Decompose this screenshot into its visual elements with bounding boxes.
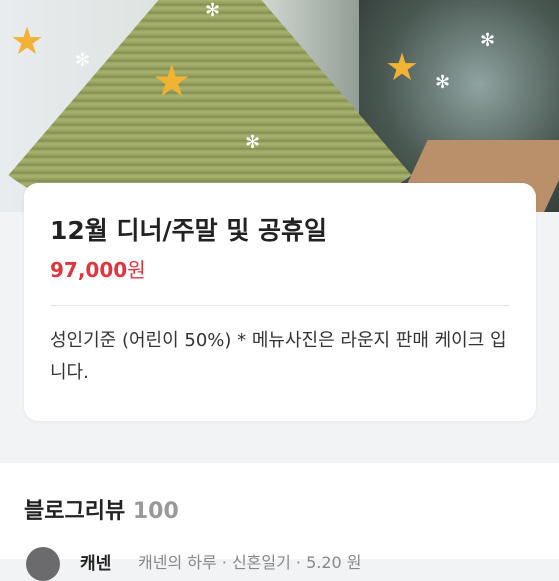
hero-image: ★ ★ ★ ✻ ✻ ✻ ✻ ✻ bbox=[0, 0, 559, 212]
price-unit: 원 bbox=[127, 258, 146, 282]
review-snippet[interactable]: 캐넨의 하루 · 신혼일기 · 5.20 원 bbox=[138, 549, 362, 573]
star-icon: ★ bbox=[385, 45, 420, 89]
price-value: 97,000 bbox=[50, 258, 128, 282]
blog-review-section: 블로그리뷰 100 캐넨 캐넨의 하루 · 신혼일기 · 5.20 원 bbox=[0, 463, 559, 581]
review-author[interactable]: 캐넨 bbox=[80, 549, 111, 574]
snowflake-icon: ✻ bbox=[435, 72, 451, 93]
avatar[interactable] bbox=[26, 547, 60, 581]
star-icon: ★ bbox=[152, 56, 192, 107]
divider bbox=[50, 305, 510, 306]
snowflake-icon: ✻ bbox=[75, 50, 91, 71]
product-price: 97,000원 bbox=[50, 254, 146, 283]
snowflake-icon: ✻ bbox=[245, 132, 261, 153]
snowflake-icon: ✻ bbox=[480, 30, 496, 51]
section-title-label: 블로그리뷰 bbox=[24, 499, 126, 524]
product-description: 성인기준 (어린이 50%) * 메뉴사진은 라운지 판매 케이크 입니다. bbox=[50, 330, 507, 383]
review-count: 100 bbox=[132, 499, 179, 524]
product-card: 12월 디너/주말 및 공휴일 97,000원 성인기준 (어린이 50%) *… bbox=[24, 183, 536, 421]
snowflake-icon: ✻ bbox=[205, 0, 221, 21]
section-title[interactable]: 블로그리뷰 100 bbox=[24, 493, 179, 525]
product-title: 12월 디너/주말 및 공휴일 bbox=[50, 216, 328, 245]
star-icon: ★ bbox=[10, 19, 45, 63]
